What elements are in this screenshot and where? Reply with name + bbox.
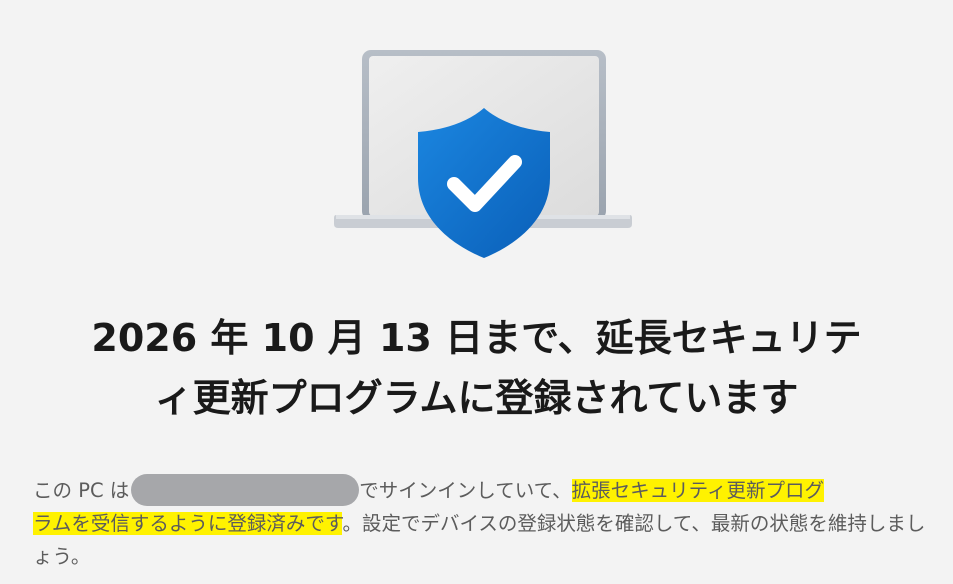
description-prefix: この PC は [33, 479, 130, 502]
highlighted-enrollment-text-2: ラムを受信するように登録済みです [33, 512, 343, 535]
highlighted-enrollment-text-1: 拡張セキュリティ更新プログ [571, 479, 824, 502]
enrollment-headline: 2026 年 10 月 13 日まで、延長セキュリテ ィ更新プログラムに登録され… [20, 308, 933, 428]
redacted-account-email [131, 474, 360, 506]
headline-line-2: ィ更新プログラムに登録されています [154, 376, 799, 420]
headline-line-1: 2026 年 10 月 13 日まで、延長セキュリテ [91, 316, 862, 360]
description-account-suffix: でサインインしていて、 [359, 479, 572, 502]
enrollment-description: この PC は でサインインしていて、拡張セキュリティ更新プログラムを受信するよう… [33, 474, 933, 573]
laptop-shield-check-icon [334, 50, 632, 258]
shield-icon [418, 108, 550, 258]
laptop-shield-illustration [330, 48, 635, 263]
